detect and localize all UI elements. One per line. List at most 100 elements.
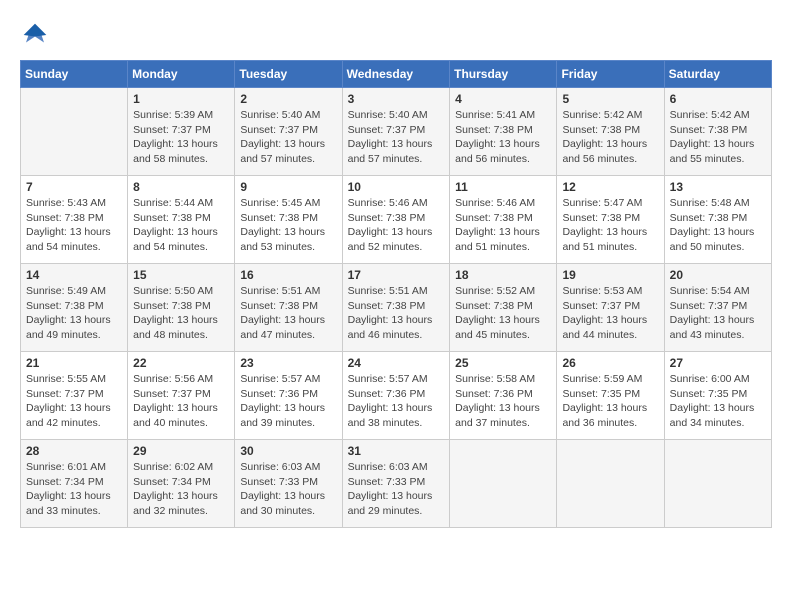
calendar-cell: 18 Sunrise: 5:52 AMSunset: 7:38 PMDayligh… <box>450 264 557 352</box>
day-number: 23 <box>240 356 336 370</box>
day-info: Sunrise: 5:46 AMSunset: 7:38 PMDaylight:… <box>348 196 445 255</box>
day-number: 20 <box>670 268 766 282</box>
day-number: 15 <box>133 268 229 282</box>
calendar-cell: 19Sunrise: 5:53 AMSunset: 7:37 PMDayligh… <box>557 264 664 352</box>
day-number: 31 <box>348 444 445 458</box>
calendar-cell: 22 Sunrise: 5:56 AMSunset: 7:37 PMDayligh… <box>128 352 235 440</box>
calendar-cell: 5 Sunrise: 5:42 AMSunset: 7:38 PMDaylight… <box>557 88 664 176</box>
day-info: Sunrise: 5:44 AMSunset: 7:38 PMDaylight:… <box>133 196 229 255</box>
header-tuesday: Tuesday <box>235 61 342 88</box>
calendar-cell: 7 Sunrise: 5:43 AMSunset: 7:38 PMDaylight… <box>21 176 128 264</box>
day-info: Sunrise: 6:03 AMSunset: 7:33 PMDaylight:… <box>348 460 445 519</box>
calendar-cell: 28 Sunrise: 6:01 AMSunset: 7:34 PMDayligh… <box>21 440 128 528</box>
day-number: 13 <box>670 180 766 194</box>
day-number: 14 <box>26 268 122 282</box>
header-saturday: Saturday <box>664 61 771 88</box>
day-number: 18 <box>455 268 551 282</box>
day-number: 7 <box>26 180 122 194</box>
day-info: Sunrise: 5:54 AMSunset: 7:37 PMDaylight:… <box>670 284 766 343</box>
day-number: 16 <box>240 268 336 282</box>
calendar-cell: 3 Sunrise: 5:40 AMSunset: 7:37 PMDaylight… <box>342 88 450 176</box>
day-info: Sunrise: 5:42 AMSunset: 7:38 PMDaylight:… <box>670 108 766 167</box>
day-number: 1 <box>133 92 229 106</box>
calendar-cell: 30 Sunrise: 6:03 AMSunset: 7:33 PMDayligh… <box>235 440 342 528</box>
header-sunday: Sunday <box>21 61 128 88</box>
day-info: Sunrise: 5:40 AMSunset: 7:37 PMDaylight:… <box>240 108 336 167</box>
day-number: 3 <box>348 92 445 106</box>
calendar-cell: 21 Sunrise: 5:55 AMSunset: 7:37 PMDayligh… <box>21 352 128 440</box>
header-wednesday: Wednesday <box>342 61 450 88</box>
day-number: 27 <box>670 356 766 370</box>
calendar-header-row: SundayMondayTuesdayWednesdayThursdayFrid… <box>21 61 772 88</box>
calendar-cell: 23 Sunrise: 5:57 AMSunset: 7:36 PMDayligh… <box>235 352 342 440</box>
day-number: 12 <box>562 180 658 194</box>
calendar-cell: 12 Sunrise: 5:47 AMSunset: 7:38 PMDayligh… <box>557 176 664 264</box>
day-info: Sunrise: 5:45 AMSunset: 7:38 PMDaylight:… <box>240 196 336 255</box>
day-number: 6 <box>670 92 766 106</box>
day-info: Sunrise: 5:55 AMSunset: 7:37 PMDaylight:… <box>26 372 122 431</box>
calendar-cell: 25 Sunrise: 5:58 AMSunset: 7:36 PMDayligh… <box>450 352 557 440</box>
calendar-week-5: 28 Sunrise: 6:01 AMSunset: 7:34 PMDayligh… <box>21 440 772 528</box>
day-info: Sunrise: 5:50 AMSunset: 7:38 PMDaylight:… <box>133 284 229 343</box>
calendar-cell: 10 Sunrise: 5:46 AMSunset: 7:38 PMDayligh… <box>342 176 450 264</box>
day-number: 17 <box>348 268 445 282</box>
day-info: Sunrise: 5:47 AMSunset: 7:38 PMDaylight:… <box>562 196 658 255</box>
calendar-cell: 13 Sunrise: 5:48 AMSunset: 7:38 PMDayligh… <box>664 176 771 264</box>
calendar-cell <box>21 88 128 176</box>
day-info: Sunrise: 5:46 AMSunset: 7:38 PMDaylight:… <box>455 196 551 255</box>
calendar-cell: 27 Sunrise: 6:00 AMSunset: 7:35 PMDayligh… <box>664 352 771 440</box>
header-friday: Friday <box>557 61 664 88</box>
day-number: 29 <box>133 444 229 458</box>
day-number: 24 <box>348 356 445 370</box>
page-header <box>20 20 772 50</box>
day-number: 2 <box>240 92 336 106</box>
logo-icon <box>20 20 50 50</box>
calendar-cell: 6 Sunrise: 5:42 AMSunset: 7:38 PMDaylight… <box>664 88 771 176</box>
day-info: Sunrise: 5:51 AMSunset: 7:38 PMDaylight:… <box>240 284 336 343</box>
calendar-week-2: 7 Sunrise: 5:43 AMSunset: 7:38 PMDaylight… <box>21 176 772 264</box>
logo <box>20 20 54 50</box>
calendar-cell: 14 Sunrise: 5:49 AMSunset: 7:38 PMDayligh… <box>21 264 128 352</box>
day-info: Sunrise: 5:58 AMSunset: 7:36 PMDaylight:… <box>455 372 551 431</box>
calendar-cell: 4Sunrise: 5:41 AMSunset: 7:38 PMDaylight… <box>450 88 557 176</box>
day-info: Sunrise: 5:43 AMSunset: 7:38 PMDaylight:… <box>26 196 122 255</box>
calendar-cell: 8 Sunrise: 5:44 AMSunset: 7:38 PMDaylight… <box>128 176 235 264</box>
day-number: 9 <box>240 180 336 194</box>
day-info: Sunrise: 5:52 AMSunset: 7:38 PMDaylight:… <box>455 284 551 343</box>
calendar-cell: 1 Sunrise: 5:39 AMSunset: 7:37 PMDaylight… <box>128 88 235 176</box>
day-info: Sunrise: 6:03 AMSunset: 7:33 PMDaylight:… <box>240 460 336 519</box>
calendar-table: SundayMondayTuesdayWednesdayThursdayFrid… <box>20 60 772 528</box>
day-number: 19 <box>562 268 658 282</box>
day-info: Sunrise: 5:40 AMSunset: 7:37 PMDaylight:… <box>348 108 445 167</box>
calendar-cell: 26Sunrise: 5:59 AMSunset: 7:35 PMDayligh… <box>557 352 664 440</box>
day-number: 5 <box>562 92 658 106</box>
day-info: Sunrise: 6:02 AMSunset: 7:34 PMDaylight:… <box>133 460 229 519</box>
calendar-cell: 2 Sunrise: 5:40 AMSunset: 7:37 PMDaylight… <box>235 88 342 176</box>
day-number: 25 <box>455 356 551 370</box>
calendar-cell: 15 Sunrise: 5:50 AMSunset: 7:38 PMDayligh… <box>128 264 235 352</box>
day-info: Sunrise: 5:49 AMSunset: 7:38 PMDaylight:… <box>26 284 122 343</box>
day-info: Sunrise: 6:01 AMSunset: 7:34 PMDaylight:… <box>26 460 122 519</box>
day-number: 30 <box>240 444 336 458</box>
day-info: Sunrise: 5:51 AMSunset: 7:38 PMDaylight:… <box>348 284 445 343</box>
day-info: Sunrise: 5:57 AMSunset: 7:36 PMDaylight:… <box>240 372 336 431</box>
day-info: Sunrise: 5:56 AMSunset: 7:37 PMDaylight:… <box>133 372 229 431</box>
day-info: Sunrise: 6:00 AMSunset: 7:35 PMDaylight:… <box>670 372 766 431</box>
calendar-cell <box>557 440 664 528</box>
calendar-cell: 9 Sunrise: 5:45 AMSunset: 7:38 PMDaylight… <box>235 176 342 264</box>
day-number: 28 <box>26 444 122 458</box>
day-info: Sunrise: 5:42 AMSunset: 7:38 PMDaylight:… <box>562 108 658 167</box>
day-number: 8 <box>133 180 229 194</box>
day-number: 4 <box>455 92 551 106</box>
calendar-cell: 31 Sunrise: 6:03 AMSunset: 7:33 PMDayligh… <box>342 440 450 528</box>
day-number: 21 <box>26 356 122 370</box>
calendar-cell: 11Sunrise: 5:46 AMSunset: 7:38 PMDayligh… <box>450 176 557 264</box>
calendar-cell: 24 Sunrise: 5:57 AMSunset: 7:36 PMDayligh… <box>342 352 450 440</box>
day-number: 10 <box>348 180 445 194</box>
calendar-week-3: 14 Sunrise: 5:49 AMSunset: 7:38 PMDayligh… <box>21 264 772 352</box>
day-info: Sunrise: 5:48 AMSunset: 7:38 PMDaylight:… <box>670 196 766 255</box>
day-number: 22 <box>133 356 229 370</box>
day-info: Sunrise: 5:57 AMSunset: 7:36 PMDaylight:… <box>348 372 445 431</box>
calendar-cell: 20 Sunrise: 5:54 AMSunset: 7:37 PMDayligh… <box>664 264 771 352</box>
day-info: Sunrise: 5:39 AMSunset: 7:37 PMDaylight:… <box>133 108 229 167</box>
